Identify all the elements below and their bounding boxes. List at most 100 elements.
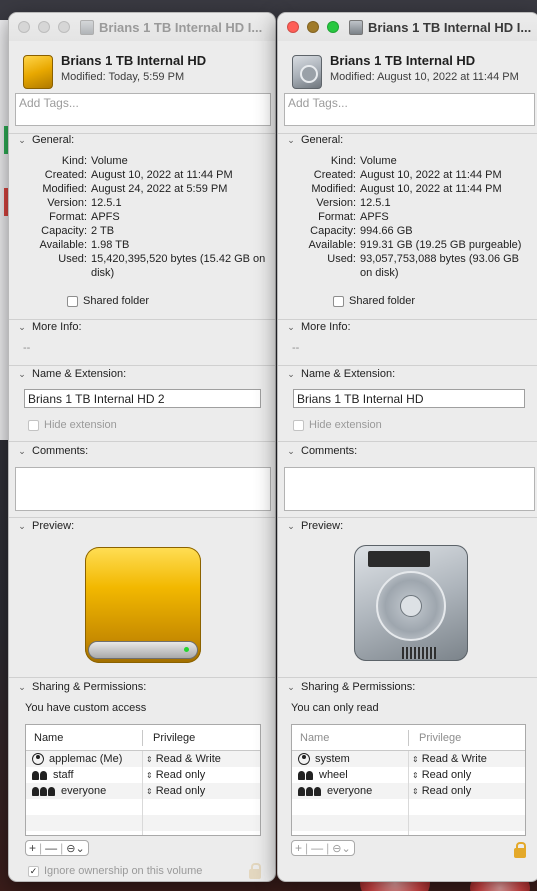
sharing-section-header[interactable]: ⌄ Sharing & Permissions: bbox=[286, 681, 415, 693]
checkbox-label: Shared folder bbox=[349, 295, 416, 307]
ignore-ownership-checkbox[interactable]: ✓ Ignore ownership on this volume bbox=[28, 865, 202, 877]
divider bbox=[9, 517, 275, 518]
window-title: Brians 1 TB Internal HD I... bbox=[349, 19, 531, 35]
tags-field[interactable]: Add Tags... bbox=[284, 93, 535, 126]
minimize-button[interactable] bbox=[307, 21, 319, 33]
info-value: APFS bbox=[91, 211, 120, 223]
name-field[interactable]: Brians 1 TB Internal HD 2 bbox=[24, 389, 261, 408]
name-field[interactable]: Brians 1 TB Internal HD bbox=[293, 389, 525, 408]
divider bbox=[9, 319, 275, 320]
comments-field[interactable] bbox=[15, 467, 271, 511]
divider bbox=[9, 365, 275, 366]
hide-extension-checkbox[interactable]: Hide extension bbox=[293, 419, 382, 431]
chevron-down-icon: ⌄ bbox=[287, 134, 295, 145]
hide-extension-checkbox[interactable]: Hide extension bbox=[28, 419, 117, 431]
user-cell: applemac (Me) bbox=[26, 751, 143, 767]
more-info-section-header[interactable]: ⌄ More Info: bbox=[286, 321, 350, 333]
general-section-header[interactable]: ⌄ General: bbox=[17, 134, 74, 146]
privilege-popup[interactable]: ⇕ Read & Write bbox=[409, 753, 525, 765]
privilege-popup[interactable]: ⇕ Read only bbox=[143, 769, 260, 781]
section-label: General: bbox=[32, 134, 75, 146]
zoom-button[interactable] bbox=[58, 21, 70, 33]
column-header-name[interactable]: Name bbox=[26, 729, 143, 746]
section-label: Name & Extension: bbox=[301, 368, 396, 380]
table-row[interactable]: everyone ⇕ Read only bbox=[292, 783, 525, 799]
shared-folder-checkbox[interactable]: Shared folder bbox=[333, 295, 415, 307]
action-menu-button[interactable]: ⊖⌄ bbox=[66, 842, 84, 855]
privilege-value: Read only bbox=[155, 785, 206, 797]
privilege-popup[interactable]: ⇕ Read & Write bbox=[143, 753, 260, 765]
preview-section-header[interactable]: ⌄ Preview: bbox=[17, 520, 74, 532]
drive-connector bbox=[402, 647, 436, 659]
hard-drive-preview-icon bbox=[354, 545, 468, 661]
table-row[interactable]: system ⇕ Read & Write bbox=[292, 751, 525, 767]
empty-row bbox=[26, 799, 260, 815]
table-header: Name Privilege bbox=[292, 725, 525, 751]
volume-name: Brians 1 TB Internal HD bbox=[61, 53, 207, 68]
checkbox-box[interactable] bbox=[293, 419, 304, 431]
user-cell: staff bbox=[26, 767, 143, 783]
privilege-popup[interactable]: ⇕ Read only bbox=[409, 769, 525, 781]
table-header: Name Privilege bbox=[26, 725, 260, 751]
tags-field[interactable]: Add Tags... bbox=[15, 93, 271, 126]
remove-user-button[interactable]: — bbox=[45, 841, 57, 855]
checkbox-box[interactable] bbox=[67, 295, 78, 307]
general-info: Kind: Volume Created: August 10, 2022 at 11… bbox=[9, 154, 269, 280]
table-row[interactable]: applemac (Me) ⇕ Read & Write bbox=[26, 751, 260, 767]
privilege-popup[interactable]: ⇕ Read only bbox=[409, 785, 525, 797]
info-key: Created: bbox=[44, 169, 87, 181]
privilege-popup[interactable]: ⇕ Read only bbox=[143, 785, 260, 797]
comments-section-header[interactable]: ⌄ Comments: bbox=[17, 445, 88, 457]
info-header: Brians 1 TB Internal HD Modified: Today,… bbox=[21, 53, 269, 97]
lock-icon[interactable] bbox=[249, 863, 261, 879]
sharing-section-header[interactable]: ⌄ Sharing & Permissions: bbox=[17, 681, 146, 693]
empty-cell bbox=[292, 831, 409, 835]
add-user-button[interactable]: + bbox=[295, 841, 302, 855]
close-button[interactable] bbox=[18, 21, 30, 33]
name-extension-section-header[interactable]: ⌄ Name & Extension: bbox=[286, 368, 395, 380]
column-header-name[interactable]: Name bbox=[292, 729, 409, 746]
column-header-privilege[interactable]: Privilege bbox=[409, 732, 525, 744]
comments-field[interactable] bbox=[284, 467, 535, 511]
info-key: Format: bbox=[318, 211, 356, 223]
checkbox-box[interactable] bbox=[28, 419, 39, 431]
title-bar[interactable]: Brians 1 TB Internal HD I... bbox=[9, 13, 275, 41]
shared-folder-checkbox[interactable]: Shared folder bbox=[67, 295, 149, 307]
checkbox-label: Hide extension bbox=[309, 419, 382, 431]
info-row: Version: 12.5.1 bbox=[9, 196, 269, 210]
zoom-button[interactable] bbox=[327, 21, 339, 33]
empty-cell bbox=[292, 799, 409, 815]
updown-arrows-icon: ⇕ bbox=[146, 770, 153, 780]
volume-name: Brians 1 TB Internal HD bbox=[330, 53, 476, 68]
empty-row bbox=[292, 815, 525, 831]
info-header: Brians 1 TB Internal HD Modified: August… bbox=[290, 53, 533, 97]
lock-icon[interactable] bbox=[514, 842, 526, 858]
comments-section-header[interactable]: ⌄ Comments: bbox=[286, 445, 357, 457]
close-button[interactable] bbox=[287, 21, 299, 33]
info-key: Used: bbox=[58, 253, 87, 265]
section-label: Comments: bbox=[301, 445, 358, 457]
column-header-privilege[interactable]: Privilege bbox=[143, 732, 260, 744]
general-section-header[interactable]: ⌄ General: bbox=[286, 134, 343, 146]
info-row: Format: APFS bbox=[278, 210, 533, 224]
disk-icon bbox=[80, 19, 94, 35]
divider bbox=[278, 677, 537, 678]
title-bar[interactable]: Brians 1 TB Internal HD I... bbox=[278, 13, 537, 41]
checkbox-box[interactable] bbox=[333, 295, 344, 307]
remove-user-button[interactable]: — bbox=[311, 841, 323, 855]
empty-row bbox=[26, 831, 260, 835]
info-value: 12.5.1 bbox=[360, 197, 391, 209]
table-row[interactable]: staff ⇕ Read only bbox=[26, 767, 260, 783]
section-label: Sharing & Permissions: bbox=[301, 681, 416, 693]
minimize-button[interactable] bbox=[38, 21, 50, 33]
checkbox-box[interactable]: ✓ bbox=[28, 865, 39, 877]
user-name: everyone bbox=[327, 785, 373, 797]
more-info-section-header[interactable]: ⌄ More Info: bbox=[17, 321, 81, 333]
table-row[interactable]: everyone ⇕ Read only bbox=[26, 783, 260, 799]
name-extension-section-header[interactable]: ⌄ Name & Extension: bbox=[17, 368, 126, 380]
table-row[interactable]: wheel ⇕ Read only bbox=[292, 767, 525, 783]
info-key: Kind: bbox=[330, 155, 356, 167]
add-user-button[interactable]: + bbox=[29, 841, 36, 855]
preview-section-header[interactable]: ⌄ Preview: bbox=[286, 520, 343, 532]
action-menu-button[interactable]: ⊖⌄ bbox=[332, 842, 350, 855]
